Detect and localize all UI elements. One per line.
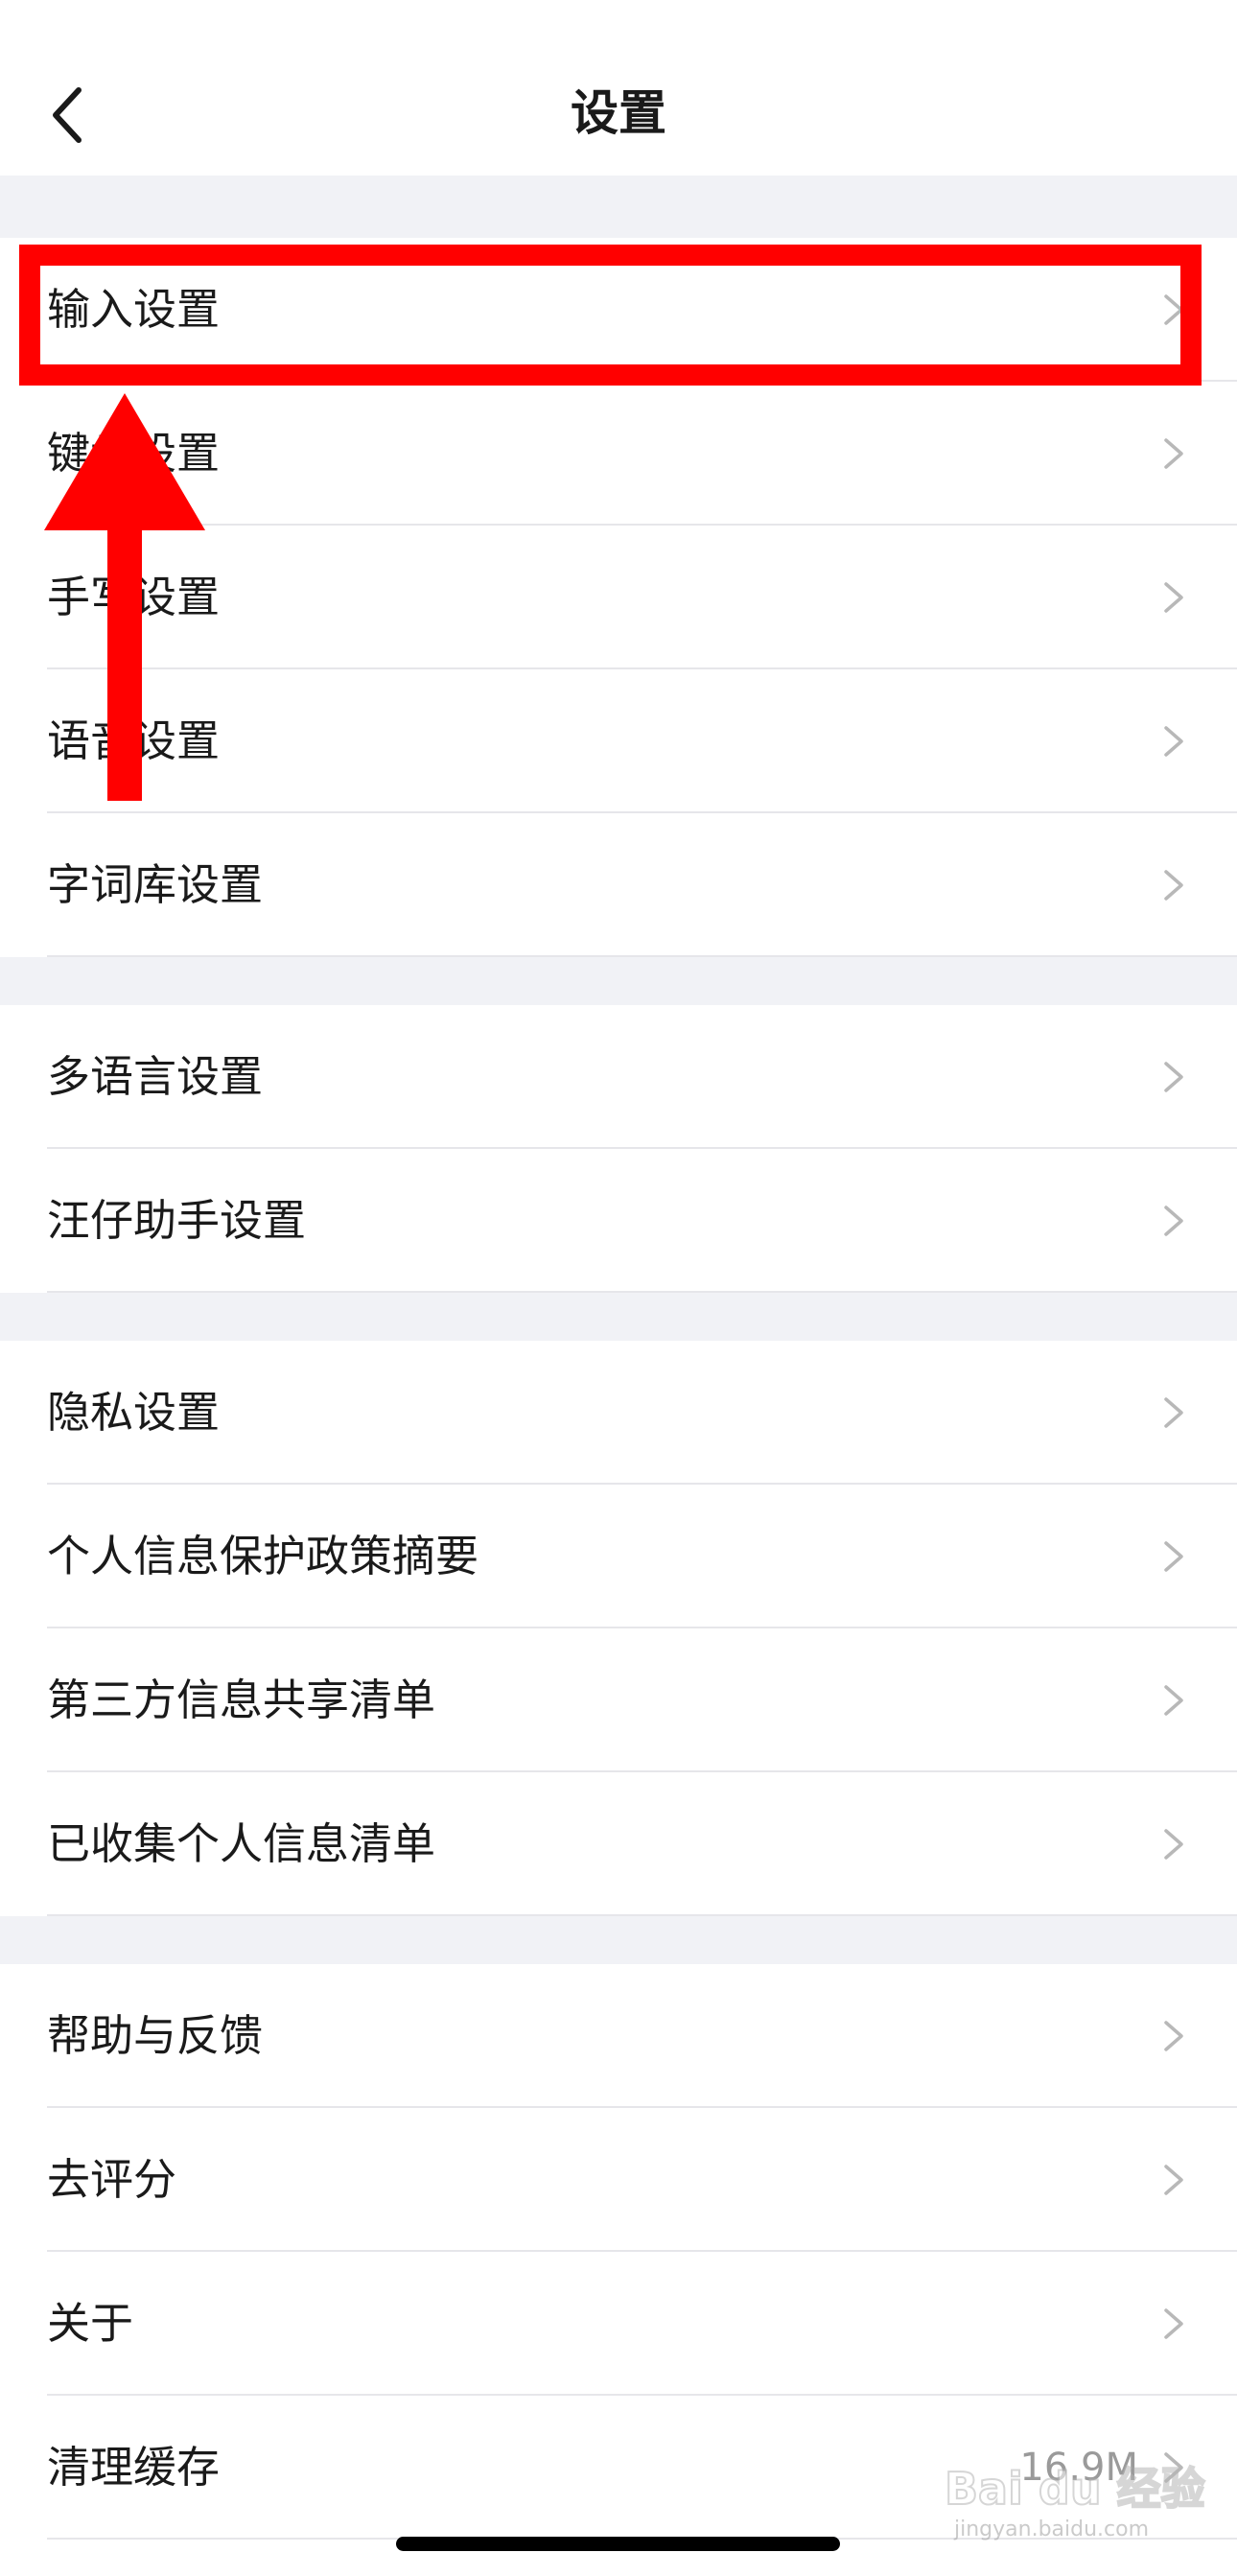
section-gap xyxy=(0,176,1237,238)
chevron-right-icon xyxy=(1162,1395,1185,1430)
row-divider xyxy=(47,955,1237,957)
settings-row-label: 输入设置 xyxy=(47,284,221,335)
settings-row-label: 字词库设置 xyxy=(47,859,264,910)
section-gap xyxy=(0,957,1237,1005)
settings-row[interactable]: 多语言设置 xyxy=(0,1005,1237,1149)
settings-row-label: 第三方信息共享清单 xyxy=(47,1674,436,1725)
row-divider xyxy=(47,1914,1237,1916)
chevron-right-icon xyxy=(1162,2019,1185,2053)
settings-row-label: 手写设置 xyxy=(47,572,221,622)
settings-row[interactable]: 隐私设置 xyxy=(0,1341,1237,1485)
section-gap xyxy=(0,1916,1237,1964)
settings-group: 隐私设置个人信息保护政策摘要 第三方信息共享清单 已收集个人信息清单 xyxy=(0,1341,1237,1916)
page-title: 设置 xyxy=(571,85,666,141)
settings-row[interactable]: 关于 xyxy=(0,2252,1237,2396)
chevron-right-icon xyxy=(1162,1539,1185,1574)
settings-row-label: 键盘设置 xyxy=(47,428,221,479)
settings-row[interactable]: 输入设置 xyxy=(0,238,1237,382)
settings-row[interactable]: 清理缓存 16.9M xyxy=(0,2396,1237,2540)
settings-row[interactable]: 第三方信息共享清单 xyxy=(0,1628,1237,1772)
settings-row-label: 多语言设置 xyxy=(47,1051,264,1102)
settings-group: 输入设置键盘设置手写设置语音设置字词库设置 xyxy=(0,238,1237,957)
settings-row-label: 帮助与反馈 xyxy=(47,2010,264,2061)
row-divider xyxy=(47,1291,1237,1293)
settings-row[interactable]: 手写设置 xyxy=(0,526,1237,669)
home-indicator[interactable] xyxy=(396,2537,840,2551)
settings-row[interactable]: 字词库设置 xyxy=(0,813,1237,957)
settings-row[interactable]: 已收集个人信息清单 xyxy=(0,1772,1237,1916)
settings-row-label: 个人信息保护政策摘要 xyxy=(47,1531,479,1581)
settings-row[interactable]: 去评分 xyxy=(0,2108,1237,2252)
chevron-right-icon xyxy=(1162,2163,1185,2197)
settings-row-label: 清理缓存 xyxy=(47,2442,221,2493)
settings-row-label: 语音设置 xyxy=(47,715,221,766)
chevron-right-icon xyxy=(1162,436,1185,471)
chevron-right-icon xyxy=(1162,293,1185,327)
settings-row-value: 16.9M xyxy=(1019,2446,1138,2490)
settings-group: 多语言设置汪仔助手设置 xyxy=(0,1005,1237,1293)
chevron-right-icon xyxy=(1162,2307,1185,2341)
settings-list: 输入设置键盘设置手写设置语音设置字词库设置多语言设置汪仔助手设置 隐私设置个人信息… xyxy=(0,176,1237,2540)
chevron-right-icon xyxy=(1162,1060,1185,1094)
chevron-right-icon xyxy=(1162,580,1185,615)
chevron-right-icon xyxy=(1162,724,1185,759)
settings-row-label: 隐私设置 xyxy=(47,1387,221,1438)
settings-row[interactable]: 键盘设置 xyxy=(0,382,1237,526)
settings-row[interactable]: 帮助与反馈 xyxy=(0,1964,1237,2108)
chevron-right-icon xyxy=(1162,1827,1185,1862)
settings-row-label: 关于 xyxy=(47,2298,134,2349)
chevron-right-icon xyxy=(1162,2450,1185,2485)
settings-row-label: 汪仔助手设置 xyxy=(47,1195,307,1246)
settings-group: 帮助与反馈去评分关于清理缓存 16.9M xyxy=(0,1964,1237,2540)
settings-row-label: 已收集个人信息清单 xyxy=(47,1818,436,1869)
settings-row-label: 去评分 xyxy=(47,2154,177,2205)
section-gap xyxy=(0,1293,1237,1341)
settings-row[interactable]: 语音设置 xyxy=(0,669,1237,813)
chevron-right-icon xyxy=(1162,1204,1185,1238)
navigation-bar: 设置 xyxy=(0,0,1237,176)
settings-row[interactable]: 个人信息保护政策摘要 xyxy=(0,1485,1237,1628)
chevron-right-icon xyxy=(1162,868,1185,902)
chevron-right-icon xyxy=(1162,1683,1185,1718)
settings-row[interactable]: 汪仔助手设置 xyxy=(0,1149,1237,1293)
